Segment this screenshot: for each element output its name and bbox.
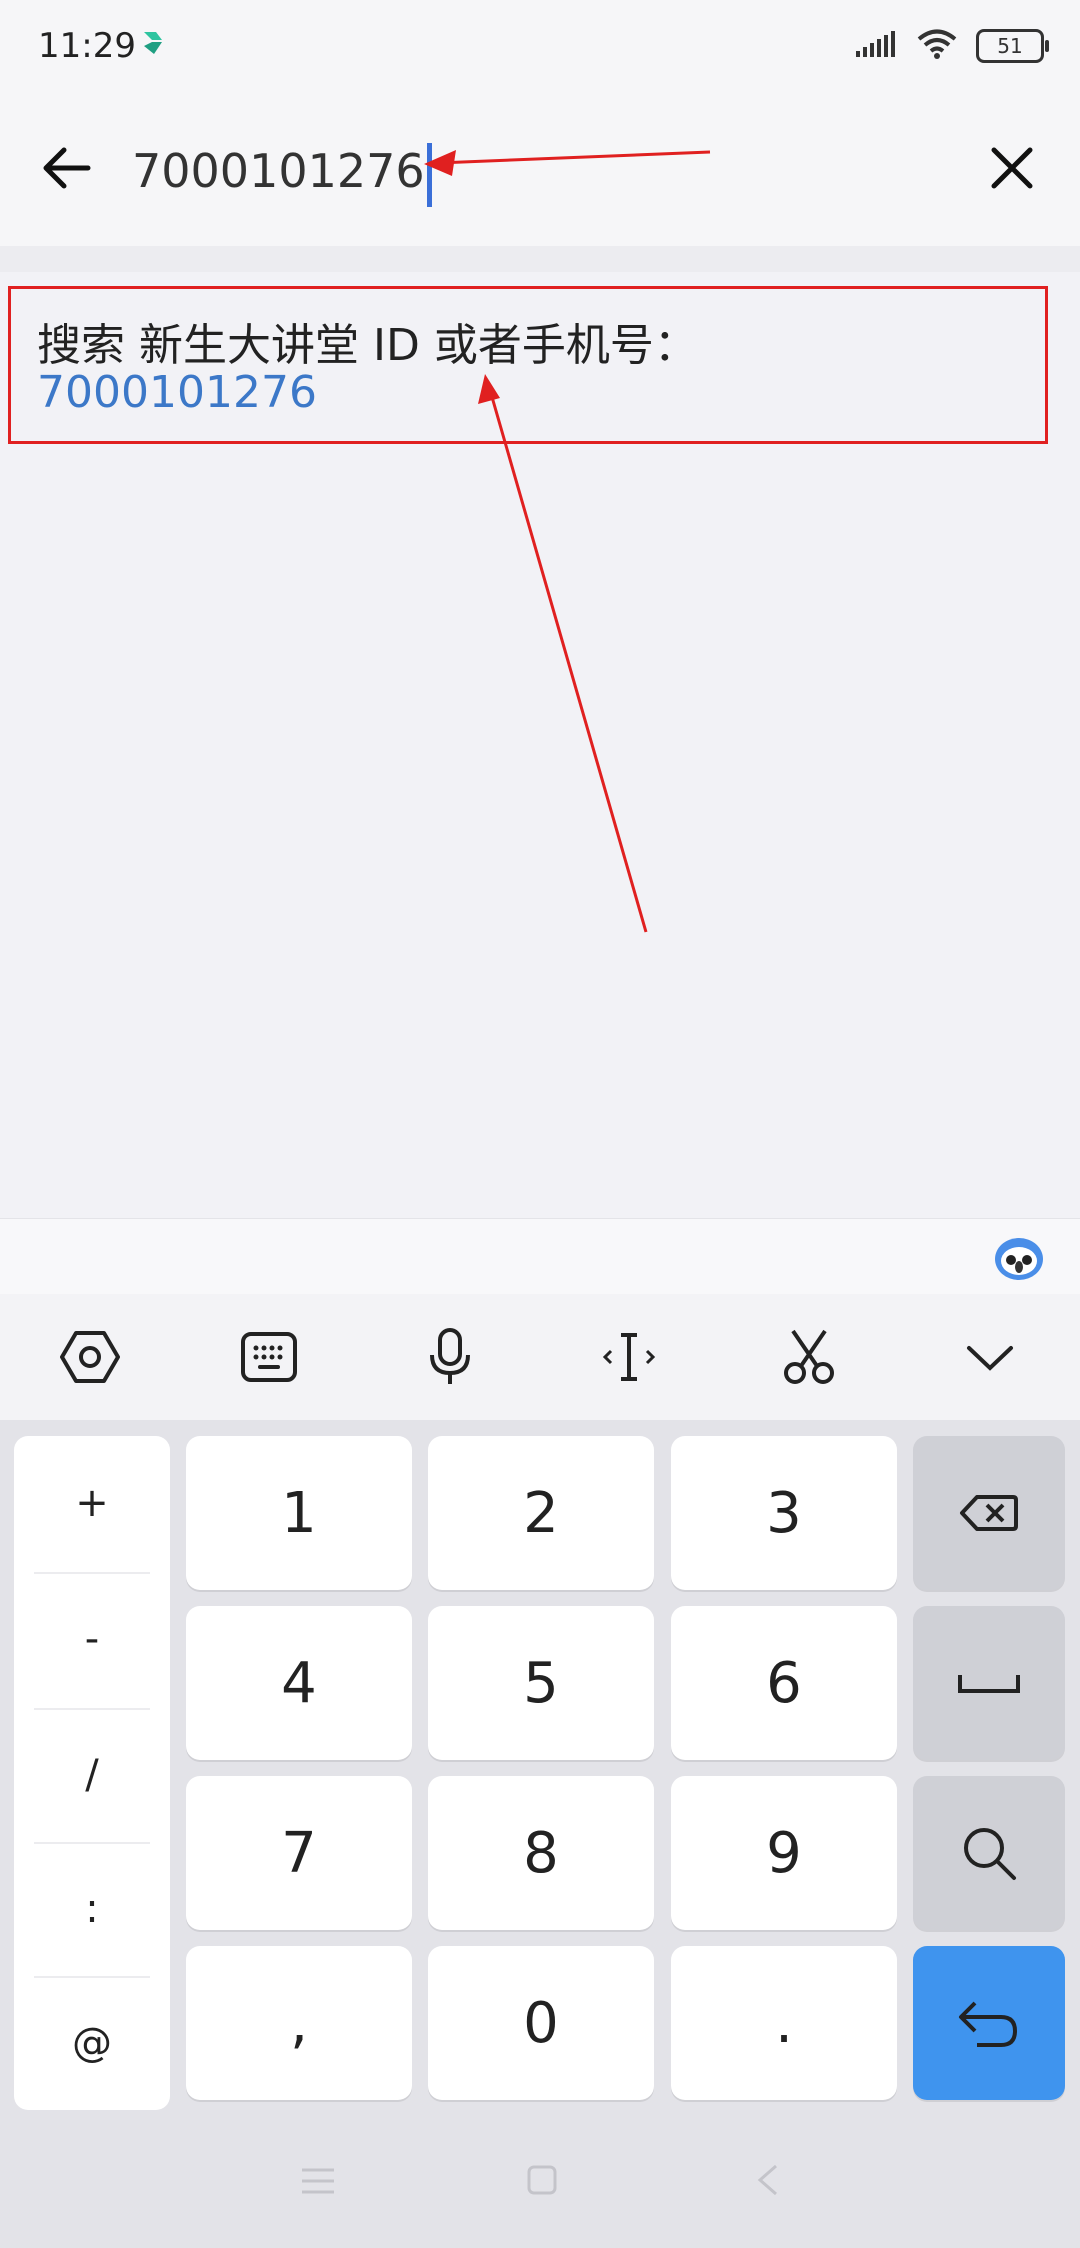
app-notification-icon	[140, 30, 166, 60]
key-8[interactable]: 8	[428, 1776, 654, 1930]
chevron-down-icon[interactable]	[955, 1322, 1025, 1392]
key-7[interactable]: 7	[186, 1776, 412, 1930]
return-icon	[959, 2001, 1018, 2047]
status-indicators: 51	[854, 28, 1049, 64]
wifi-icon	[916, 28, 958, 64]
symbol-key[interactable]: :	[34, 1842, 150, 1976]
text-cursor	[426, 142, 432, 207]
arrow-left-icon	[43, 147, 91, 189]
search-icon	[964, 1828, 1016, 1880]
numeric-keyboard: + - / : @ 1 2 3 4 5 6 7 8 9 , 0 .	[0, 1420, 1080, 2120]
status-bar: 11:29 51	[0, 0, 1080, 96]
keyboard-suggestion-strip	[0, 1218, 1080, 1295]
key-3[interactable]: 3	[671, 1436, 897, 1590]
symbol-column: + - / : @	[14, 1436, 170, 2110]
search-result-value: 7000101276	[37, 367, 317, 418]
key-9[interactable]: 9	[671, 1776, 897, 1930]
comma-key[interactable]: ,	[186, 1946, 412, 2100]
system-navigation-bar	[0, 2120, 1080, 2248]
symbol-key[interactable]: +	[34, 1436, 150, 1570]
key-1[interactable]: 1	[186, 1436, 412, 1590]
status-time: 11:29	[38, 26, 136, 66]
search-input[interactable]: 7000101276	[132, 134, 832, 208]
enter-key[interactable]	[913, 1946, 1065, 2100]
search-bar: 7000101276	[0, 96, 1080, 246]
scissors-icon[interactable]	[774, 1322, 844, 1392]
menu-icon[interactable]	[300, 2166, 336, 2200]
key-2[interactable]: 2	[428, 1436, 654, 1590]
battery-icon: 51	[976, 29, 1049, 63]
voice-assistant-icon[interactable]	[992, 1233, 1046, 1283]
backspace-icon	[960, 1495, 1018, 1531]
search-result-prefix: 搜索 新生大讲堂 ID 或者手机号：	[37, 320, 698, 371]
clear-button[interactable]	[984, 140, 1040, 196]
header-divider	[0, 246, 1080, 272]
key-6[interactable]: 6	[671, 1606, 897, 1760]
symbol-key[interactable]: @	[34, 1976, 150, 2110]
keyboard-icon[interactable]	[234, 1322, 304, 1392]
space-icon	[958, 1675, 1020, 1693]
period-key[interactable]: .	[671, 1946, 897, 2100]
space-key[interactable]	[913, 1606, 1065, 1760]
close-icon	[991, 147, 1033, 189]
back-nav-icon[interactable]	[756, 2164, 780, 2200]
key-0[interactable]: 0	[428, 1946, 654, 2100]
key-4[interactable]: 4	[186, 1606, 412, 1760]
microphone-icon[interactable]	[415, 1322, 485, 1392]
symbol-key[interactable]: /	[34, 1708, 150, 1842]
search-key[interactable]	[913, 1776, 1065, 1930]
settings-hexagon-icon[interactable]	[55, 1322, 125, 1392]
backspace-key[interactable]	[913, 1436, 1065, 1590]
keyboard-toolbar	[0, 1294, 1080, 1420]
signal-icon	[854, 29, 898, 63]
symbol-key[interactable]: -	[34, 1572, 150, 1706]
key-5[interactable]: 5	[428, 1606, 654, 1760]
search-result-item[interactable]: 搜索 新生大讲堂 ID 或者手机号： 7000101276	[8, 286, 1048, 444]
back-button[interactable]	[38, 138, 98, 198]
search-query-text: 7000101276	[132, 144, 425, 198]
text-cursor-icon[interactable]	[594, 1322, 664, 1392]
home-icon[interactable]	[526, 2164, 558, 2200]
